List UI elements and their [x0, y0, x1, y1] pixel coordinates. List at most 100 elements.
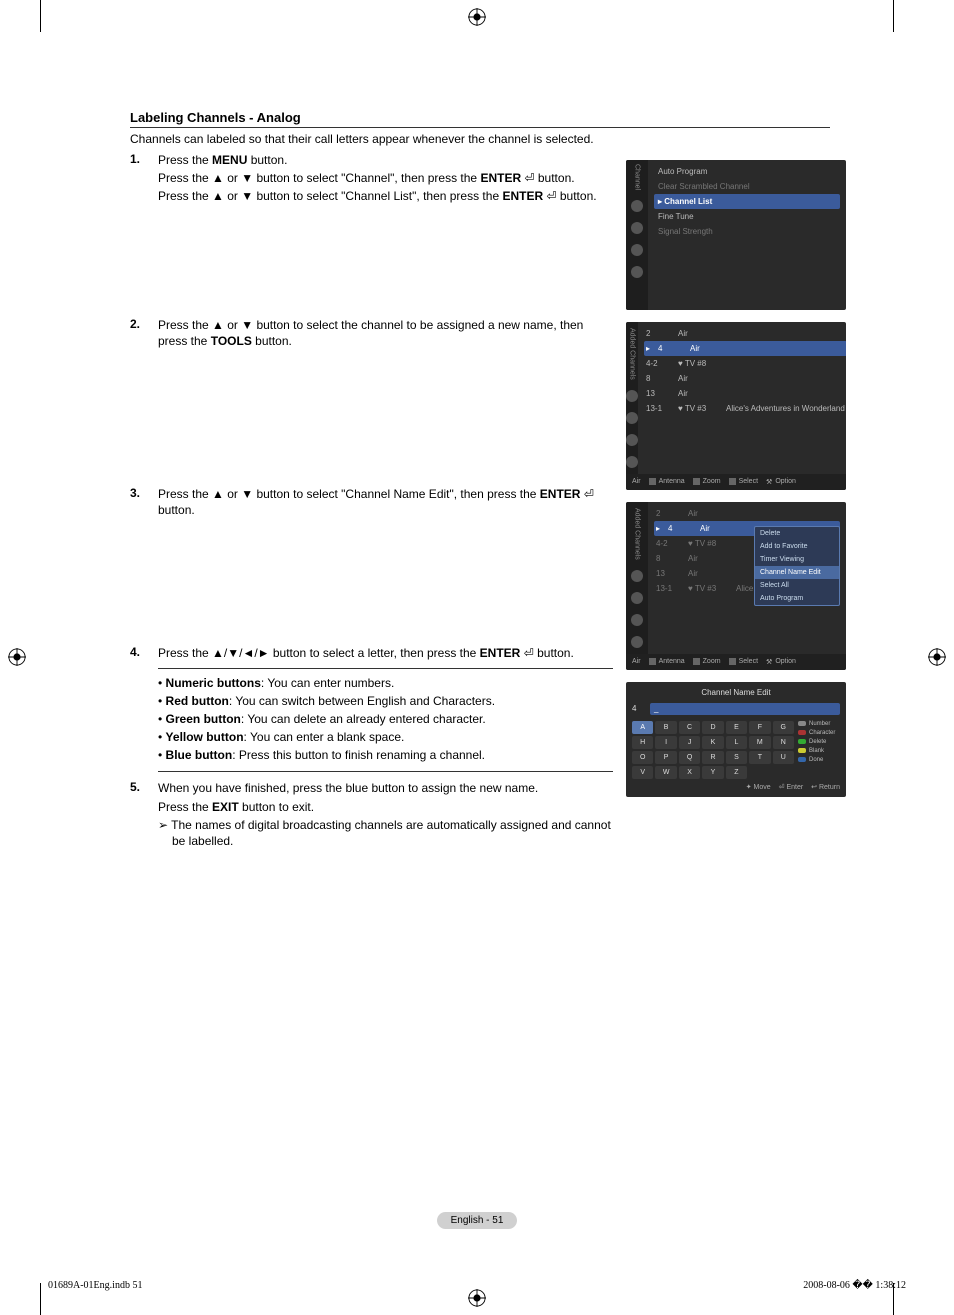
kb-key[interactable]: K — [702, 736, 723, 749]
section-heading: Labeling Channels - Analog — [130, 110, 830, 128]
side-label: Added Channels — [634, 508, 641, 560]
print-timestamp: 2008-08-06 �� 1:38:12 — [803, 1280, 906, 1291]
kb-key[interactable]: C — [679, 721, 700, 734]
heart-icon — [631, 614, 643, 626]
kb-key[interactable]: G — [773, 721, 794, 734]
channel-row[interactable]: 13Air — [644, 386, 846, 401]
menu-item[interactable]: Fine Tune — [654, 209, 840, 224]
registration-mark-left — [8, 648, 26, 666]
enter-icon: ⏎ — [584, 487, 594, 501]
sub-red: Red button: You can switch between Engli… — [158, 693, 613, 709]
all-icon — [631, 570, 643, 582]
square-icon — [649, 658, 656, 665]
ctx-item[interactable]: Add to Favorite — [755, 540, 839, 553]
menu-item[interactable]: Auto Program — [654, 164, 840, 179]
enter-icon: ⏎ — [524, 646, 534, 660]
kb-key[interactable]: O — [632, 751, 653, 764]
ctx-item-selected[interactable]: Channel Name Edit — [755, 566, 839, 579]
step-num: 5. — [130, 780, 158, 851]
ctx-item[interactable]: Auto Program — [755, 592, 839, 605]
kb-key[interactable]: Z — [726, 766, 747, 779]
channel-row[interactable]: 2Air — [654, 506, 840, 521]
kb-key[interactable]: M — [749, 736, 770, 749]
sub-numeric: Numeric buttons: You can enter numbers. — [158, 675, 613, 691]
step-num: 3. — [130, 486, 158, 520]
sub-green: Green button: You can delete an already … — [158, 711, 613, 727]
kb-key[interactable]: N — [773, 736, 794, 749]
sub-blue: Blue button: Press this button to finish… — [158, 747, 613, 763]
globe-icon — [631, 636, 643, 648]
globe-icon — [626, 456, 638, 468]
kb-footer: ✦ Move ⏎ Enter ↩ Return — [632, 779, 840, 791]
kb-key[interactable]: A — [632, 721, 653, 734]
screen-footer: Air Antenna Zoom Select ⚒Option — [626, 474, 846, 490]
antenna-icon — [626, 412, 638, 424]
screenshot-name-edit: Channel Name Edit 4 _ ABCDEFGHIJKLMNOPQR… — [626, 682, 846, 797]
kb-key[interactable]: S — [726, 751, 747, 764]
kb-legend: Number Character Delete Blank Done — [798, 721, 840, 779]
kb-key[interactable]: F — [749, 721, 770, 734]
kb-key[interactable]: T — [749, 751, 770, 764]
square-icon — [729, 478, 736, 485]
menu-icon — [631, 200, 643, 212]
enter-icon: ⏎ — [546, 189, 556, 203]
screenshot-channel-list-tools: Added Channels 2Air ▸ 4Air 4-2♥ TV #8 8A… — [626, 502, 846, 670]
step-num: 1. — [130, 152, 158, 207]
screen-footer: Air Antenna Zoom Select ⚒Option — [626, 654, 846, 670]
kb-key[interactable]: V — [632, 766, 653, 779]
kb-input[interactable]: _ — [650, 703, 840, 715]
channel-row[interactable]: 4-2♥ TV #8 — [644, 356, 846, 371]
menu-item[interactable]: Signal Strength — [654, 224, 840, 239]
step-note: The names of digital broadcasting channe… — [158, 817, 613, 849]
menu-item[interactable]: Clear Scrambled Channel — [654, 179, 840, 194]
kb-key[interactable]: L — [726, 736, 747, 749]
legend-dot — [798, 757, 806, 762]
kb-key[interactable]: U — [773, 751, 794, 764]
kb-key[interactable]: Q — [679, 751, 700, 764]
square-icon — [693, 478, 700, 485]
channel-row[interactable]: 8Air — [644, 371, 846, 386]
tools-icon: ⚒ — [766, 658, 772, 666]
legend-dot — [798, 730, 806, 735]
kb-key[interactable]: E — [726, 721, 747, 734]
registration-mark-right — [928, 648, 946, 666]
keyboard-grid: ABCDEFG HIJKLMN OPQRSTU VWXYZ — [632, 721, 794, 779]
legend-dot — [798, 748, 806, 753]
channel-row[interactable]: 2Air — [644, 326, 846, 341]
crop-mark — [40, 1283, 41, 1315]
kb-key[interactable]: W — [655, 766, 676, 779]
gear-icon — [631, 222, 643, 234]
kb-key[interactable]: I — [655, 736, 676, 749]
kb-key[interactable]: D — [702, 721, 723, 734]
page-footer: English - 51 — [0, 1212, 954, 1229]
antenna-icon — [631, 592, 643, 604]
kb-key[interactable]: Y — [702, 766, 723, 779]
registration-mark-bottom — [468, 1289, 486, 1307]
channel-row[interactable]: 13-1♥ TV #3Alice's Adventures in Wonderl… — [644, 401, 846, 416]
print-file: 01689A-01Eng.indb 51 — [48, 1280, 142, 1291]
enter-icon: ⏎ — [524, 171, 534, 185]
channel-row-selected[interactable]: ▸ 4Air — [644, 341, 846, 356]
side-label: Channel — [634, 164, 641, 190]
crop-mark — [40, 0, 41, 32]
step-num: 4. — [130, 645, 158, 772]
ctx-item[interactable]: Select All — [755, 579, 839, 592]
kb-key[interactable]: R — [702, 751, 723, 764]
kb-key[interactable]: P — [655, 751, 676, 764]
ctx-item[interactable]: Timer Viewing — [755, 553, 839, 566]
screenshot-menu: Channel Auto Program Clear Scrambled Cha… — [626, 160, 846, 310]
kb-title: Channel Name Edit — [632, 688, 840, 697]
kb-key[interactable]: H — [632, 736, 653, 749]
kb-key[interactable]: J — [679, 736, 700, 749]
side-label: Added Channels — [629, 328, 636, 380]
ctx-item[interactable]: Delete — [755, 527, 839, 540]
sub-yellow: Yellow button: You can enter a blank spa… — [158, 729, 613, 745]
print-info: 01689A-01Eng.indb 51 2008-08-06 �� 1:38:… — [48, 1280, 906, 1291]
step-num: 2. — [130, 317, 158, 351]
menu-item-selected[interactable]: ▸ Channel List — [654, 194, 840, 209]
kb-key[interactable]: B — [655, 721, 676, 734]
tools-icon: ⚒ — [766, 478, 772, 486]
section-intro: Channels can labeled so that their call … — [130, 132, 830, 146]
all-icon — [626, 390, 638, 402]
kb-key[interactable]: X — [679, 766, 700, 779]
